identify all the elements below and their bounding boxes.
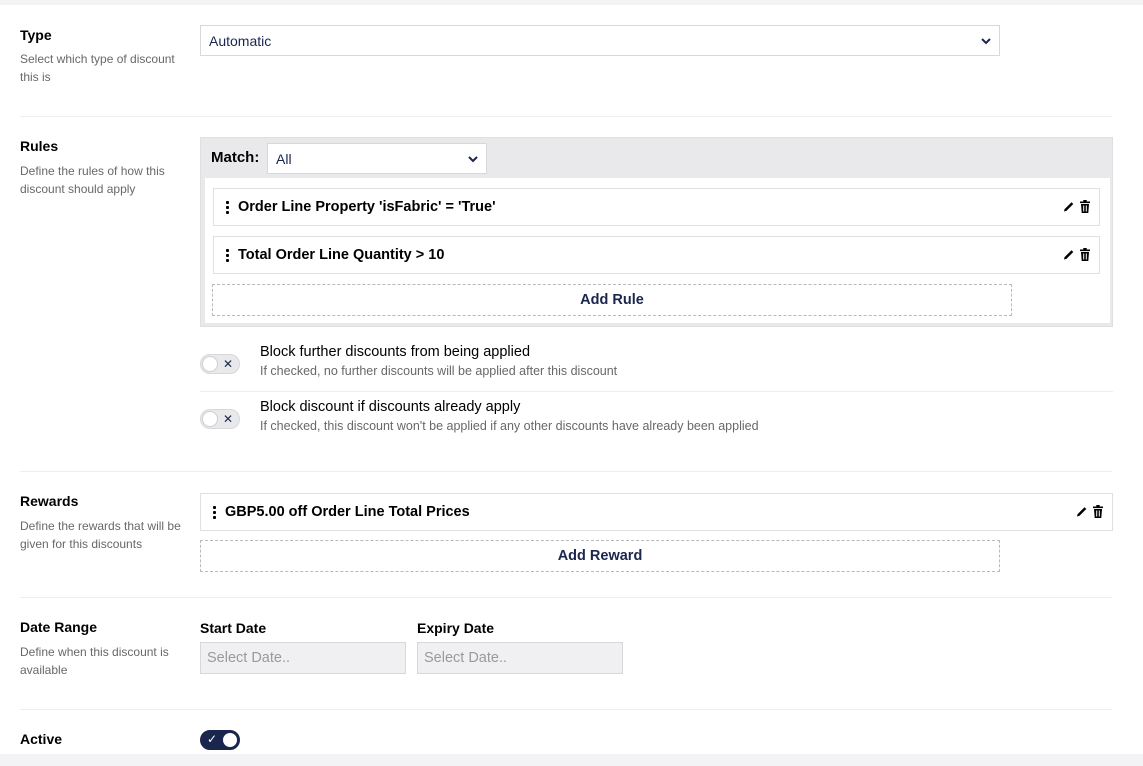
- discount-editor-panel: Type Select which type of discount this …: [0, 5, 1143, 754]
- cross-icon: ✕: [222, 357, 233, 371]
- edit-icon[interactable]: [1063, 248, 1075, 261]
- rules-description: Define the rules of how this discount sh…: [20, 164, 165, 196]
- match-label: Match:: [211, 149, 260, 166]
- rule-item[interactable]: Order Line Property 'isFabric' = 'True': [213, 188, 1100, 226]
- section-divider: [20, 471, 1112, 472]
- rewards-description: Define the rewards that will be given fo…: [20, 519, 181, 551]
- drag-handle-icon[interactable]: [226, 248, 230, 262]
- section-divider: [20, 597, 1112, 598]
- edit-icon[interactable]: [1076, 505, 1088, 518]
- check-icon: ✓: [207, 732, 218, 746]
- section-divider: [20, 116, 1112, 117]
- block-further-title: Block further discounts from being appli…: [260, 344, 531, 360]
- chevron-down-icon: [468, 156, 478, 163]
- rule-item[interactable]: Total Order Line Quantity > 10: [213, 236, 1100, 274]
- add-reward-button[interactable]: Add Reward: [200, 540, 1000, 572]
- type-title: Type: [20, 27, 52, 43]
- block-further-description: If checked, no further discounts will be…: [260, 364, 618, 378]
- active-toggle[interactable]: ✓: [200, 730, 240, 750]
- rule-label: Total Order Line Quantity > 10: [238, 247, 445, 263]
- reward-label: GBP5.00 off Order Line Total Prices: [225, 504, 470, 520]
- drag-handle-icon[interactable]: [213, 505, 217, 519]
- match-select[interactable]: All: [267, 143, 487, 174]
- start-date-input[interactable]: Select Date..: [200, 642, 406, 674]
- date-range-description: Define when this discount is available: [20, 645, 169, 677]
- type-select[interactable]: Automatic: [200, 25, 1000, 56]
- trash-icon[interactable]: [1079, 248, 1091, 261]
- expiry-date-input[interactable]: Select Date..: [417, 642, 623, 674]
- cross-icon: ✕: [222, 412, 233, 426]
- block-further-toggle[interactable]: ✕: [200, 354, 240, 374]
- drag-handle-icon[interactable]: [226, 200, 230, 214]
- type-select-value: Automatic: [209, 32, 272, 49]
- add-rule-button[interactable]: Add Rule: [212, 284, 1012, 316]
- rules-title: Rules: [20, 138, 59, 154]
- expiry-date-label: Expiry Date: [417, 620, 495, 636]
- date-range-title: Date Range: [20, 619, 98, 635]
- block-if-applied-description: If checked, this discount won't be appli…: [260, 419, 759, 433]
- toggle-knob: [222, 732, 238, 748]
- section-divider: [20, 709, 1112, 710]
- trash-icon[interactable]: [1079, 200, 1091, 213]
- edit-icon[interactable]: [1063, 200, 1075, 213]
- toggle-knob: [202, 411, 218, 427]
- reward-item[interactable]: GBP5.00 off Order Line Total Prices: [200, 493, 1113, 531]
- rewards-title: Rewards: [20, 493, 79, 509]
- chevron-down-icon: [981, 38, 991, 45]
- toggle-knob: [202, 356, 218, 372]
- match-select-value: All: [276, 150, 292, 167]
- block-if-applied-toggle[interactable]: ✕: [200, 409, 240, 429]
- rules-list: Order Line Property 'isFabric' = 'True' …: [205, 178, 1110, 323]
- trash-icon[interactable]: [1092, 505, 1104, 518]
- rule-label: Order Line Property 'isFabric' = 'True': [238, 199, 496, 215]
- type-description: Select which type of discount this is: [20, 52, 175, 84]
- start-date-label: Start Date: [200, 620, 267, 636]
- option-divider: [200, 391, 1113, 392]
- active-title: Active: [20, 731, 63, 747]
- block-if-applied-title: Block discount if discounts already appl…: [260, 399, 521, 415]
- rules-container: Match: All Order Line Property 'isFabric…: [200, 137, 1113, 327]
